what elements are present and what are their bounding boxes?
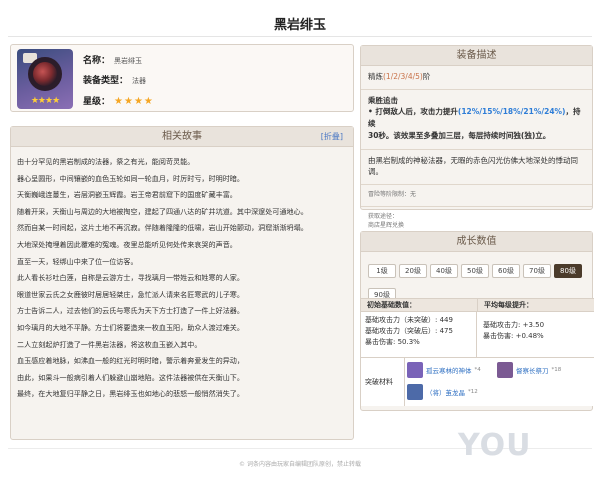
material-item: 孤云寒林的神体 *4: [407, 362, 481, 378]
rarity-stars: ★★★★: [114, 96, 154, 107]
material-thumb-icon: [407, 362, 423, 378]
story-title: 相关故事: [162, 131, 202, 142]
stat-table-header: 初始基础数值： 平均每级提升：: [361, 298, 594, 312]
source-label: 获取途径：: [368, 213, 399, 220]
material-count: *4: [474, 367, 481, 373]
avg-stat-line: 基础攻击力: +3.50: [483, 321, 545, 329]
material-link[interactable]: 孤云寒林的神体: [426, 365, 472, 375]
material-item: （将）茧龙晶 *12: [407, 384, 478, 400]
growth-panel: 成长数值 1级 20级 40级 50级 60级 70级 80级90级 初始基础数值： 平均每…: [360, 231, 594, 411]
passive-line-2: 30秒。该效果至多叠加三层，每层持续时间独(独)立。: [368, 131, 551, 140]
level-tab-50级[interactable]: 50级: [461, 264, 489, 278]
source-value: 商店星辉兑换: [368, 222, 405, 229]
item-desc-line-1: 由黑岩制成的神秘法器，无暇的赤色闪光仿佛大地深处的悸动同: [368, 156, 578, 165]
story-line: 大地深处掩埋着因此覆难的冤魂。夜里总能听见何处传来哀哭的声音。: [17, 239, 237, 249]
story-line: 随着开采，天衡山与周边的大地被掏空，建起了四通八达的矿井坑道。其中深邃处可通地心…: [17, 206, 308, 216]
materials-grid: 孤云寒林的神体 *4 督察长祭刀 *18 （将）茧龙晶 *12: [405, 358, 594, 406]
item-type-label: 装备类型：: [83, 76, 129, 86]
initial-stats: 基础攻击力（未突破）: 449 基础攻击力（突破后）: 475 暴击伤害: 50.3…: [361, 312, 476, 357]
col-avg-header: 平均每级提升：: [477, 299, 594, 311]
equip-desc-panel: 装备描述 精炼(1/2/3/4/5)阶 乘胜追击 • 打倒敌人后，攻击力提升(1…: [360, 45, 593, 229]
fold-toggle-link[interactable]: [折叠]: [321, 127, 343, 147]
story-line: 然而自某一时间起，这片土地不再沉寂。伴随着隆隆的低啸，岩山开始颤动，洞窟渐渐坍塌…: [17, 223, 308, 233]
story-line: 由此，如果斗一般病引着人们躲避山崩地陷。这件法器被供在天衡山下。: [17, 372, 244, 382]
equip-desc-title: 装备描述: [456, 50, 497, 61]
passive-percentages: (12%/15%/18%/21%/24%): [457, 107, 566, 116]
initial-stat-line: 基础攻击力（突破后）: 475: [365, 327, 453, 335]
materials-label: 突破材料: [361, 358, 405, 406]
initial-stat-line: 暴击伤害: 50.3%: [365, 338, 420, 346]
material-link[interactable]: 督察长祭刀: [516, 365, 549, 375]
stat-table-row: 基础攻击力（未突破）: 449 基础攻击力（突破后）: 475 暴击伤害: 50.3…: [361, 312, 594, 358]
materials-row: 突破材料 孤云寒林的神体 *4 督察长祭刀 *18 （将）茧龙晶 *12: [361, 358, 594, 406]
equip-desc-header: 装备描述: [361, 46, 592, 66]
material-count: *12: [468, 389, 478, 395]
avg-stat-line: 暴击伤害: +0.48%: [483, 332, 544, 340]
story-line: 此人看长衫吐白莲，自称是云游方士，寻找璃月一带姓云和姓寒的人家。: [17, 273, 244, 283]
divider: [361, 206, 592, 207]
passive-line-1: • 打倒敌人后，攻击力提升(12%/15%/18%/21%/24%)，持续: [368, 107, 581, 128]
initial-stat-line: 基础攻击力（未突破）: 449: [365, 316, 453, 324]
story-line: 器心呈圆形，中间镶嵌的血色玉轮如同一轮血月，时厉时亏，时明时暗。: [17, 173, 244, 183]
story-line: 天衡巍峨连蔓生，岩层洞嵌玉辉霞。岩王帝君前窟下的国度矿藏丰富。: [17, 190, 237, 200]
story-panel: 相关故事 [折叠] 由十分罕见的黑岩制成的法器，祭之有光，能阅苛灵能。器心呈圆形…: [10, 126, 354, 440]
divider: [361, 89, 592, 90]
story-line: 眼道世家云氏之女鹿彼时居居轻桀庄，急忙派人请来名匠寒武的儿子寒。: [17, 289, 244, 299]
level-tab-20级[interactable]: 20级: [399, 264, 427, 278]
story-header: 相关故事 [折叠]: [11, 127, 353, 147]
level-tab-70级[interactable]: 70级: [523, 264, 551, 278]
material-item: 督察长祭刀 *18: [497, 362, 561, 378]
item-name-label: 名称：: [83, 56, 111, 66]
avg-stats: 基础攻击力: +3.50 暴击伤害: +0.48%: [476, 312, 594, 357]
item-desc-line-2: 调。: [368, 167, 383, 176]
item-type-value: 法器: [132, 77, 147, 85]
stat-table: 初始基础数值： 平均每级提升： 基础攻击力（未突破）: 449 基础攻击力（突破后…: [361, 298, 594, 406]
material-thumb-icon: [407, 384, 423, 400]
item-icon: ★★★★: [17, 49, 73, 109]
story-line: 二人立刻起炉打造了一件黑岩法器，将这枚血玉嵌入其中。: [17, 339, 202, 349]
level-tab-60级[interactable]: 60级: [492, 264, 520, 278]
story-line: 直至一天，轻绑山中来了位一位访客。: [17, 256, 138, 266]
level-tab-80级[interactable]: 80级: [554, 264, 582, 278]
story-line: 血玉感应着地脉，如沸血一般的红光时明时暗，警示着奔爱发生的异动，: [17, 356, 244, 366]
rank-limit: 冒险等阶限制：无: [368, 191, 417, 198]
level-tab-1级[interactable]: 1级: [368, 264, 396, 278]
growth-title: 成长数值: [456, 236, 497, 247]
material-link[interactable]: （将）茧龙晶: [426, 387, 465, 397]
catalyst-gem-icon: [28, 57, 62, 91]
growth-header: 成长数值: [361, 232, 592, 252]
item-card: ★★★★ 名称： 黑岩绯玉 装备类型： 法器 星级： ★★★★: [10, 44, 354, 112]
level-tab-40级[interactable]: 40级: [430, 264, 458, 278]
col-initial-header: 初始基础数值：: [367, 301, 416, 309]
item-icon-stars: ★★★★: [30, 96, 60, 106]
story-line: 方士告诉二人，过去他们的云氏与寒氏为天下方士打造了一件上好法器。: [17, 306, 244, 316]
item-name-row: 名称： 黑岩绯玉: [83, 53, 142, 66]
refine-levels: 精炼(1/2/3/4/5)阶: [368, 72, 431, 81]
passive-name: 乘胜追击: [368, 96, 398, 105]
item-rarity-row: 星级： ★★★★: [83, 94, 154, 107]
item-rarity-label: 星级：: [83, 97, 111, 107]
material-count: *18: [551, 367, 562, 373]
material-thumb-icon: [497, 362, 513, 378]
item-name-value: 黑岩绯玉: [114, 57, 143, 65]
item-type-row: 装备类型： 法器: [83, 73, 146, 86]
refine-level-values: (1/2/3/4/5): [383, 72, 423, 81]
story-line: 由十分罕见的黑岩制成的法器，祭之有光，能阅苛灵能。: [17, 157, 195, 166]
story-line: 如今璃月的大地不平静。方士们将要造来一枚血玉阳，助众人渡过难关。: [17, 322, 244, 332]
story-text: 由十分罕见的黑岩制成的法器，祭之有光，能阅苛灵能。器心呈圆形，中间镶嵌的血色玉轮…: [11, 147, 353, 403]
watermark-text: YOU: [458, 428, 532, 463]
divider: [361, 184, 592, 185]
page-title: 黑岩绯玉: [273, 18, 326, 33]
divider: [361, 149, 592, 150]
title-divider: [8, 36, 592, 37]
story-line: 最终，在大地复归平静之日，黑岩绯玉也如地心的悲怒一般悄然消失了。: [17, 389, 244, 399]
